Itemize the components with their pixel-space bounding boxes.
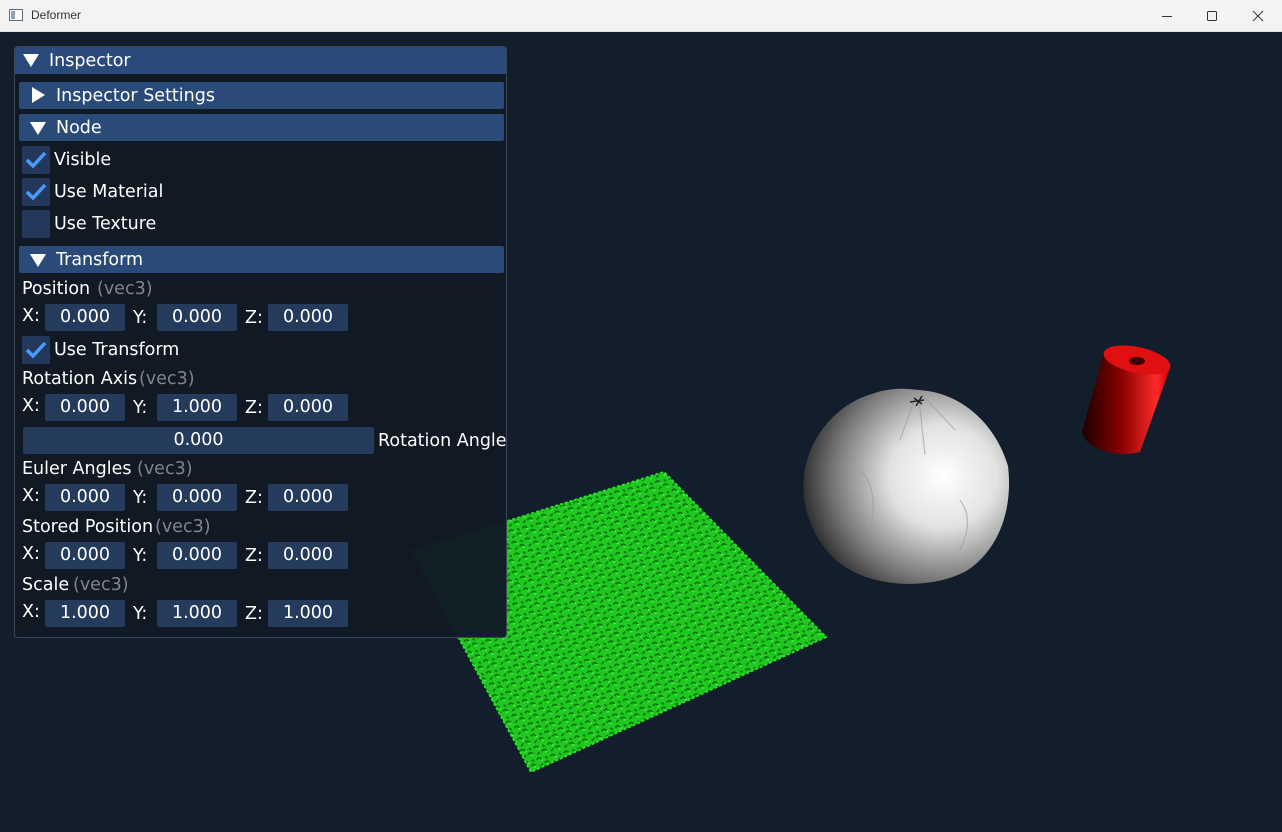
euler-angles-y-label: Y: — [133, 488, 148, 508]
position-y-field[interactable]: 0.000 — [157, 304, 237, 331]
close-icon — [1252, 10, 1264, 21]
position-y-label: Y: — [133, 308, 148, 328]
scale-x-field[interactable]: 1.000 — [45, 600, 125, 627]
euler-angles-y-field[interactable]: 0.000 — [157, 484, 237, 511]
collapse-icon — [30, 254, 46, 267]
rotation-angle-label: Rotation Angle — [378, 431, 507, 451]
euler-angles-z-label: Z: — [245, 488, 263, 508]
use-transform-checkbox[interactable] — [22, 336, 50, 364]
white-deformed-sphere[interactable] — [803, 388, 1010, 584]
stored-position-type-hint: (vec3) — [155, 517, 211, 537]
position-type-hint: (vec3) — [97, 279, 153, 299]
maximize-icon — [1207, 10, 1217, 21]
rotation-axis-label: Rotation Axis — [22, 369, 138, 389]
visible-label: Visible — [54, 150, 112, 170]
close-button[interactable] — [1235, 0, 1281, 31]
scale-y-field[interactable]: 1.000 — [157, 600, 237, 627]
rotation-axis-y-label: Y: — [133, 398, 148, 418]
checkmark-icon — [25, 183, 47, 201]
minimize-icon — [1162, 15, 1172, 17]
stored-position-x-label: X: — [22, 544, 40, 564]
scale-label: Scale — [22, 575, 70, 595]
stored-position-x-field[interactable]: 0.000 — [45, 542, 125, 569]
red-cylinder[interactable] — [1082, 340, 1173, 454]
rotation-axis-type-hint: (vec3) — [139, 369, 195, 389]
node-header[interactable]: Node — [19, 114, 504, 141]
collapse-icon[interactable] — [23, 54, 39, 67]
euler-angles-type-hint: (vec3) — [137, 459, 193, 479]
inspector-title: Inspector — [49, 51, 131, 71]
position-x-field[interactable]: 0.000 — [45, 304, 125, 331]
maximize-button[interactable] — [1189, 0, 1235, 31]
scale-z-field[interactable]: 1.000 — [268, 600, 348, 627]
use-material-checkbox[interactable] — [22, 178, 50, 206]
position-z-label: Z: — [245, 308, 263, 328]
checkmark-icon — [25, 341, 47, 359]
stored-position-z-label: Z: — [245, 546, 263, 566]
inspector-settings-header[interactable]: Inspector Settings — [19, 82, 504, 109]
rotation-angle-slider[interactable]: 0.000 — [23, 427, 374, 454]
minimize-button[interactable] — [1144, 0, 1190, 31]
rotation-axis-z-label: Z: — [245, 398, 263, 418]
visible-checkbox[interactable] — [22, 146, 50, 174]
collapse-icon — [30, 122, 46, 135]
node-label: Node — [56, 118, 102, 138]
stored-position-y-field[interactable]: 0.000 — [157, 542, 237, 569]
rotation-axis-x-label: X: — [22, 396, 40, 416]
rotation-axis-x-field[interactable]: 0.000 — [45, 394, 125, 421]
euler-angles-label: Euler Angles — [22, 459, 132, 479]
window-titlebar[interactable]: Deformer — [0, 0, 1282, 32]
euler-angles-z-field[interactable]: 0.000 — [268, 484, 348, 511]
rotation-axis-y-field[interactable]: 1.000 — [157, 394, 237, 421]
euler-angles-x-field[interactable]: 0.000 — [45, 484, 125, 511]
scale-y-label: Y: — [133, 604, 148, 624]
use-texture-checkbox[interactable] — [22, 210, 50, 238]
scale-type-hint: (vec3) — [73, 575, 129, 595]
rotation-axis-z-field[interactable]: 0.000 — [268, 394, 348, 421]
inspector-panel[interactable]: Inspector Inspector Settings Node Visibl… — [14, 46, 507, 638]
position-label: Position — [22, 279, 91, 299]
position-z-field[interactable]: 0.000 — [268, 304, 348, 331]
expand-icon — [32, 87, 45, 103]
euler-angles-x-label: X: — [22, 486, 40, 506]
use-transform-label: Use Transform — [54, 340, 180, 360]
app-icon — [9, 9, 23, 21]
use-texture-label: Use Texture — [54, 214, 157, 234]
transform-label: Transform — [56, 250, 144, 270]
inspector-title-bar[interactable]: Inspector — [15, 47, 506, 74]
inspector-settings-label: Inspector Settings — [56, 86, 215, 106]
checkmark-icon — [25, 151, 47, 169]
position-x-label: X: — [22, 306, 40, 326]
scale-z-label: Z: — [245, 604, 263, 624]
stored-position-z-field[interactable]: 0.000 — [268, 542, 348, 569]
window-title: Deformer — [31, 8, 82, 22]
stored-position-y-label: Y: — [133, 546, 148, 566]
use-material-label: Use Material — [54, 182, 164, 202]
stored-position-label: Stored Position — [22, 517, 154, 537]
scale-x-label: X: — [22, 602, 40, 622]
transform-header[interactable]: Transform — [19, 246, 504, 273]
